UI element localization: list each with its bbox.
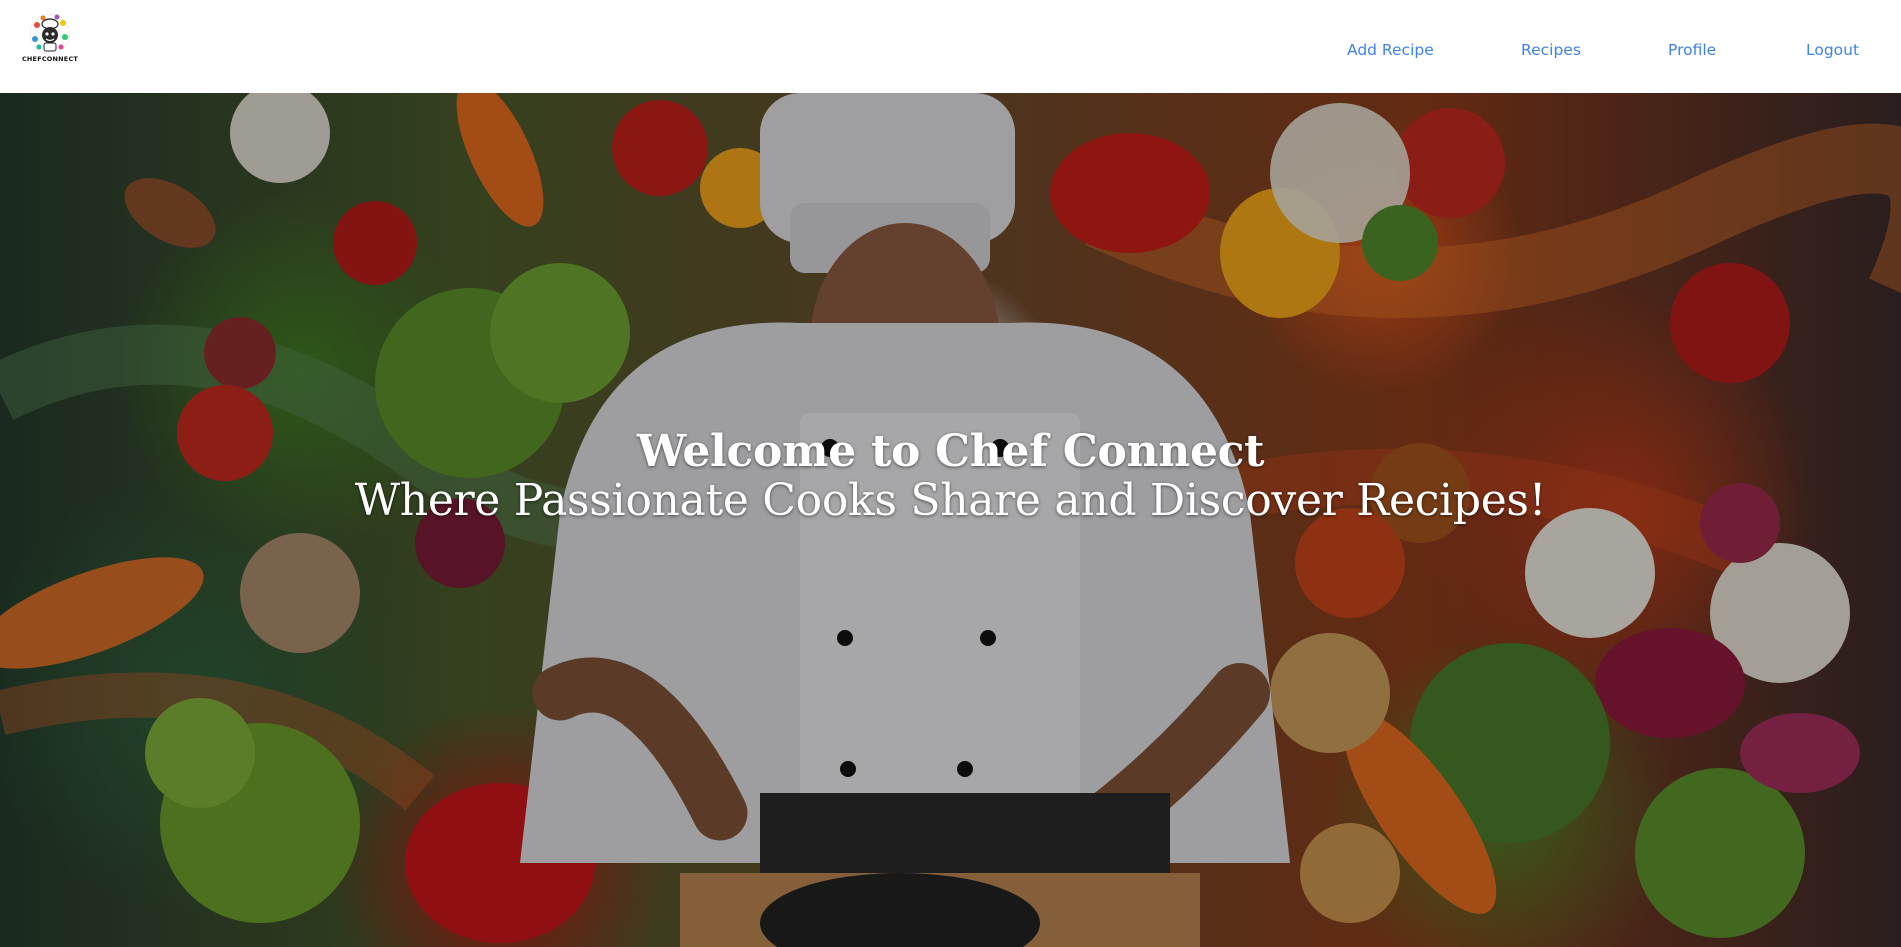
nav-logout-link[interactable]: Logout bbox=[1806, 40, 1859, 60]
hero-subtitle: Where Passionate Cooks Share and Discove… bbox=[354, 475, 1547, 526]
nav-add-recipe-link[interactable]: Add Recipe bbox=[1347, 40, 1434, 60]
top-navbar: CHEFCONNECT Add Recipe Recipes Profile L… bbox=[0, 0, 1901, 93]
hero-title: Welcome to Chef Connect bbox=[636, 426, 1265, 477]
chefconnect-logo[interactable]: CHEFCONNECT bbox=[20, 11, 80, 71]
logo-text: CHEFCONNECT bbox=[21, 55, 79, 63]
nav-recipes-link[interactable]: Recipes bbox=[1521, 40, 1581, 60]
chef-logo-icon bbox=[29, 13, 71, 55]
nav-profile-link[interactable]: Profile bbox=[1668, 40, 1716, 60]
